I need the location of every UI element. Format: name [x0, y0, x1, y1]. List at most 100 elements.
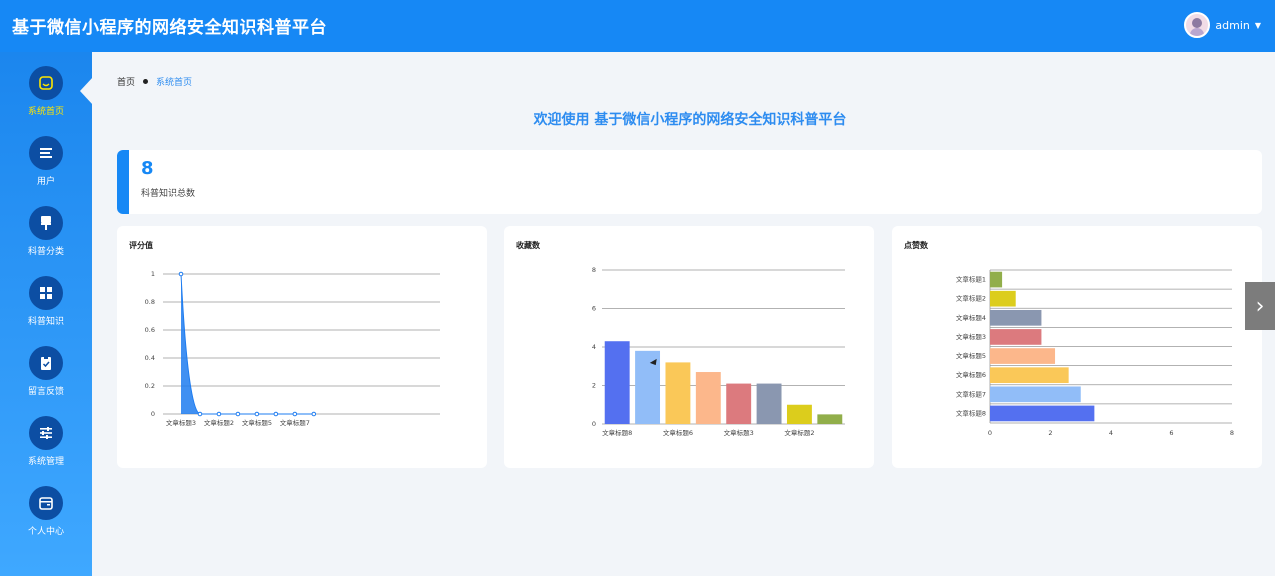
data-point [254, 411, 260, 417]
x-tick-label: 文章标题3 [724, 428, 754, 437]
sidebar-item-label: 科普知识 [27, 317, 64, 327]
stat-value: 8 [141, 158, 154, 179]
active-indicator [80, 77, 93, 105]
username[interactable]: admin [1215, 19, 1249, 32]
data-point [178, 271, 184, 277]
likes-chart: 文章标题1 文章标题2 文章标题4 文章标题3 文章标题5 文章标题6 文章标题7 文章标题8… [956, 269, 1234, 437]
bar [990, 329, 1042, 345]
breadcrumb-separator [143, 79, 149, 84]
avatar[interactable] [1184, 12, 1211, 38]
likes-chart-card: 点赞数 文章标题1 文章标题2 文章标题4 文章标题3 文章标题5 文章标题6 文章标题7 文… [892, 226, 1262, 468]
bar [786, 404, 812, 424]
top-header: 基于微信小程序的网络安全知识科普平台 admin ▼ [0, 0, 1275, 52]
sidebar-item-profile[interactable]: 个人中心 [0, 486, 92, 552]
bar [756, 383, 782, 424]
y-tick-label: 文章标题1 [956, 275, 986, 284]
y-tick-label: 0 [151, 410, 155, 418]
x-tick-label: 文章标题8 [602, 428, 632, 437]
sliders-icon [29, 416, 63, 450]
stat-accent-bar [117, 150, 129, 214]
x-tick-label: 文章标题5 [242, 418, 272, 427]
breadcrumb: 首页 系统首页 [117, 75, 192, 88]
bar [990, 290, 1016, 307]
bar [817, 414, 843, 424]
bar [990, 309, 1042, 326]
card-icon [29, 486, 63, 520]
y-tick-label: 文章标题6 [956, 370, 986, 379]
bar [990, 405, 1095, 422]
sidebar-item-feedback[interactable]: 留言反馈 [0, 346, 92, 412]
area-fill [181, 274, 314, 414]
sidebar-item-label: 系统管理 [27, 457, 64, 467]
stat-card: 8 科普知识总数 [117, 150, 1262, 214]
data-point [273, 411, 279, 417]
y-tick-label: 文章标题3 [956, 332, 986, 341]
user-menu[interactable]: admin ▼ [1184, 12, 1261, 38]
data-point [311, 411, 317, 417]
y-tick-label: 6 [592, 305, 596, 313]
menu-lines-icon [29, 136, 63, 170]
y-tick-label: 文章标题4 [956, 313, 986, 322]
x-tick-label: 文章标题7 [280, 418, 310, 427]
chevron-down-icon[interactable]: ▼ [1255, 21, 1261, 30]
grid-icon [29, 276, 63, 310]
bar [726, 383, 752, 424]
sidebar-item-label: 科普分类 [27, 247, 64, 257]
data-point [292, 411, 298, 417]
x-tick-label: 文章标题6 [663, 428, 693, 437]
rating-chart: 0 0.2 0.4 0.6 0.8 1 文章标题3 文章标题2 文章标题5 文章标题7 [145, 270, 440, 427]
x-tick-label: 4 [1109, 429, 1113, 437]
y-tick-label: 8 [592, 266, 596, 274]
welcome-heading: 欢迎使用 基于微信小程序的网络安全知识科普平台 [533, 112, 847, 128]
sidebar-item-category[interactable]: 科普分类 [0, 206, 92, 272]
y-tick-label: 0.6 [145, 326, 155, 334]
y-tick-label: 0 [592, 420, 596, 428]
x-tick-label: 文章标题3 [166, 418, 196, 427]
y-tick-label: 文章标题8 [956, 408, 986, 417]
app-title: 基于微信小程序的网络安全知识科普平台 [12, 18, 327, 38]
x-tick-label: 8 [1230, 429, 1234, 437]
sidebar-item-users[interactable]: 用户 [0, 136, 92, 202]
next-page-button[interactable]: › [1245, 282, 1275, 330]
y-tick-label: 文章标题2 [956, 294, 986, 303]
brush-icon [29, 206, 63, 240]
data-point [235, 411, 241, 417]
y-tick-label: 0.2 [145, 382, 155, 390]
x-tick-label: 0 [988, 429, 992, 437]
sidebar: 系统首页 用户 科普分类 科普知识 留言反馈 系统管理 个人中心 [0, 52, 92, 576]
favorites-chart-card: 收藏数 0 2 4 6 8 文章标题8 文章标题6 文章标题3 文章标题2 [504, 226, 874, 468]
bar [604, 341, 630, 424]
y-tick-label: 文章标题5 [956, 351, 986, 360]
favorites-chart: 0 2 4 6 8 文章标题8 文章标题6 文章标题3 文章标题2 [592, 266, 845, 437]
bar [990, 386, 1081, 403]
sidebar-item-knowledge[interactable]: 科普知识 [0, 276, 92, 342]
bar [990, 271, 1003, 288]
x-tick-label: 6 [1169, 429, 1173, 437]
breadcrumb-current: 系统首页 [156, 78, 193, 88]
y-tick-label: 2 [592, 382, 596, 390]
y-tick-label: 0.4 [145, 354, 155, 362]
y-tick-label: 1 [151, 270, 155, 278]
sidebar-item-label: 个人中心 [27, 527, 64, 537]
bar [990, 348, 1056, 364]
sidebar-item-system[interactable]: 系统管理 [0, 416, 92, 482]
y-tick-label: 4 [592, 343, 596, 351]
series-line [180, 273, 314, 415]
x-tick-label: 文章标题2 [784, 428, 814, 437]
chevron-right-icon: › [1255, 293, 1265, 319]
x-tick-label: 文章标题2 [204, 418, 234, 427]
rating-chart-card: 评分值 0 0.2 0.4 0.6 0.8 1 文章标题3 文章标题2 文章标题5 文章标题7 [117, 226, 487, 468]
sidebar-item-label: 用户 [36, 177, 55, 187]
data-point [216, 411, 222, 417]
data-point [197, 411, 203, 417]
bar [990, 367, 1069, 384]
clipboard-check-icon [29, 346, 63, 380]
stat-label: 科普知识总数 [141, 189, 196, 199]
sidebar-item-label: 留言反馈 [27, 387, 64, 397]
breadcrumb-home[interactable]: 首页 [117, 75, 135, 88]
x-tick-label: 2 [1048, 429, 1052, 437]
y-tick-label: 0.8 [145, 298, 155, 306]
home-icon [29, 66, 63, 100]
bar [665, 362, 691, 424]
bar [695, 372, 721, 424]
